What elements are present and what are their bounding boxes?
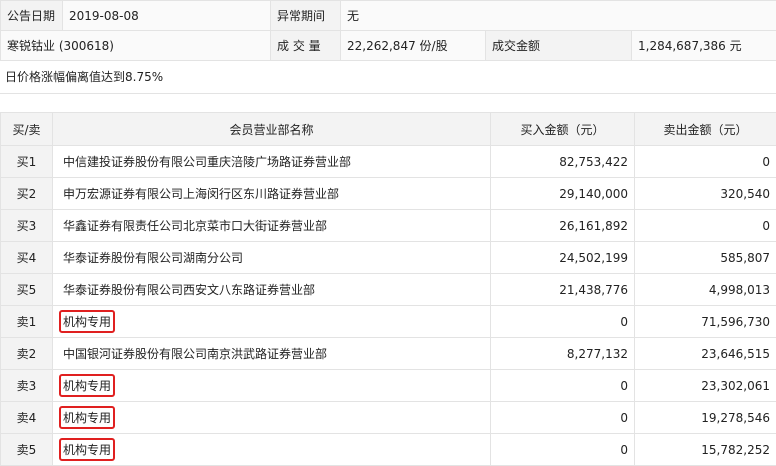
highlighted-branch-name: 机构专用 — [59, 406, 115, 429]
row-branch-cell: 中信建投证券股份有限公司重庆涪陵广场路证券营业部 — [53, 146, 491, 178]
trade-table-body: 买1中信建投证券股份有限公司重庆涪陵广场路证券营业部82,753,4220买2申… — [1, 146, 776, 466]
table-row: 买3 华鑫证券有限责任公司北京菜市口大街证券营业部 26,161,8920 — [1, 210, 776, 242]
table-row: 买2 申万宏源证券有限公司上海闵行区东川路证券营业部 29,140,000320,5… — [1, 178, 776, 210]
row-branch-cell: 机构专用 — [53, 306, 491, 338]
row-branch-cell: 华泰证券股份有限公司西安文八东路证券营业部 — [53, 274, 491, 306]
row-side: 买4 — [1, 242, 53, 274]
row-buy-amount: 8,277,132 — [491, 338, 635, 370]
row-side: 买1 — [1, 146, 53, 178]
section-gap — [0, 94, 776, 112]
row-branch-cell: 申万宏源证券有限公司上海闵行区东川路证券营业部 — [53, 178, 491, 210]
header-sell-amount: 卖出金额（元） — [635, 113, 776, 146]
branch-name: 华泰证券股份有限公司西安文八东路证券营业部 — [59, 278, 319, 301]
highlighted-branch-name: 机构专用 — [59, 438, 115, 461]
row-side: 卖1 — [1, 306, 53, 338]
stock-name: 寒锐钴业 (300618) — [1, 31, 271, 61]
row-sell-amount: 320,540 — [635, 178, 776, 210]
table-row: 买1 中信建投证券股份有限公司重庆涪陵广场路证券营业部 82,753,4220 — [1, 146, 776, 178]
row-side: 买2 — [1, 178, 53, 210]
branch-name: 华鑫证券有限责任公司北京菜市口大街证券营业部 — [59, 214, 331, 237]
table-row: 卖1 机构专用 071,596,730 — [1, 306, 776, 338]
row-buy-amount: 21,438,776 — [491, 274, 635, 306]
highlighted-branch-name: 机构专用 — [59, 310, 115, 333]
trading-seats-table: 买/卖 会员营业部名称 买入金额（元） 卖出金额（元） 买1 中信建投证券股份有限… — [0, 112, 776, 466]
row-sell-amount: 23,302,061 — [635, 370, 776, 402]
row-branch-cell: 机构专用 — [53, 402, 491, 434]
row-buy-amount: 0 — [491, 434, 635, 466]
row-side: 买5 — [1, 274, 53, 306]
highlighted-branch-name: 机构专用 — [59, 374, 115, 397]
row-sell-amount: 585,807 — [635, 242, 776, 274]
trade-header-row: 买/卖 会员营业部名称 买入金额（元） 卖出金额（元） — [1, 113, 776, 146]
date-label: 公告日期 — [1, 1, 63, 31]
row-buy-amount: 24,502,199 — [491, 242, 635, 274]
branch-name: 华泰证券股份有限公司湖南分公司 — [59, 246, 247, 269]
announcement-info-table: 公告日期 2019-08-08 异常期间 无 寒锐钴业 (300618) 成 交… — [0, 0, 776, 61]
row-sell-amount: 4,998,013 — [635, 274, 776, 306]
branch-name: 中国银河证券股份有限公司南京洪武路证券营业部 — [59, 342, 331, 365]
amount-label: 成交金额 — [486, 31, 632, 61]
row-side: 买3 — [1, 210, 53, 242]
period-value: 无 — [341, 1, 776, 31]
deviation-note: 日价格涨幅偏离值达到8.75% — [0, 62, 776, 94]
row-buy-amount: 0 — [491, 306, 635, 338]
row-sell-amount: 19,278,546 — [635, 402, 776, 434]
row-branch-cell: 华泰证券股份有限公司湖南分公司 — [53, 242, 491, 274]
row-side: 卖3 — [1, 370, 53, 402]
period-label: 异常期间 — [271, 1, 341, 31]
row-buy-amount: 29,140,000 — [491, 178, 635, 210]
row-sell-amount: 71,596,730 — [635, 306, 776, 338]
info-row-date: 公告日期 2019-08-08 异常期间 无 — [1, 1, 776, 31]
table-row: 买4 华泰证券股份有限公司湖南分公司 24,502,199585,807 — [1, 242, 776, 274]
info-row-volume: 寒锐钴业 (300618) 成 交 量 22,262,847 份/股 成交金额 … — [1, 31, 776, 61]
row-buy-amount: 26,161,892 — [491, 210, 635, 242]
table-row: 卖2 中国银河证券股份有限公司南京洪武路证券营业部 8,277,13223,646,… — [1, 338, 776, 370]
date-value: 2019-08-08 — [63, 1, 271, 31]
row-branch-cell: 机构专用 — [53, 370, 491, 402]
row-side: 卖4 — [1, 402, 53, 434]
row-buy-amount: 0 — [491, 370, 635, 402]
row-branch-cell: 机构专用 — [53, 434, 491, 466]
header-buy-amount: 买入金额（元） — [491, 113, 635, 146]
page: 公告日期 2019-08-08 异常期间 无 寒锐钴业 (300618) 成 交… — [0, 0, 776, 462]
row-buy-amount: 82,753,422 — [491, 146, 635, 178]
table-row: 卖4 机构专用 019,278,546 — [1, 402, 776, 434]
table-row: 卖5 机构专用 015,782,252 — [1, 434, 776, 466]
header-branch-name: 会员营业部名称 — [53, 113, 491, 146]
table-row: 买5 华泰证券股份有限公司西安文八东路证券营业部 21,438,7764,998,0… — [1, 274, 776, 306]
branch-name: 中信建投证券股份有限公司重庆涪陵广场路证券营业部 — [59, 150, 355, 173]
row-buy-amount: 0 — [491, 402, 635, 434]
row-side: 卖2 — [1, 338, 53, 370]
volume-value: 22,262,847 份/股 — [341, 31, 486, 61]
row-sell-amount: 23,646,515 — [635, 338, 776, 370]
row-sell-amount: 0 — [635, 210, 776, 242]
table-row: 卖3 机构专用 023,302,061 — [1, 370, 776, 402]
row-sell-amount: 15,782,252 — [635, 434, 776, 466]
row-side: 卖5 — [1, 434, 53, 466]
header-side: 买/卖 — [1, 113, 53, 146]
branch-name: 申万宏源证券有限公司上海闵行区东川路证券营业部 — [59, 182, 343, 205]
amount-value: 1,284,687,386 元 — [632, 31, 776, 61]
row-branch-cell: 华鑫证券有限责任公司北京菜市口大街证券营业部 — [53, 210, 491, 242]
row-sell-amount: 0 — [635, 146, 776, 178]
volume-label: 成 交 量 — [271, 31, 341, 61]
row-branch-cell: 中国银河证券股份有限公司南京洪武路证券营业部 — [53, 338, 491, 370]
